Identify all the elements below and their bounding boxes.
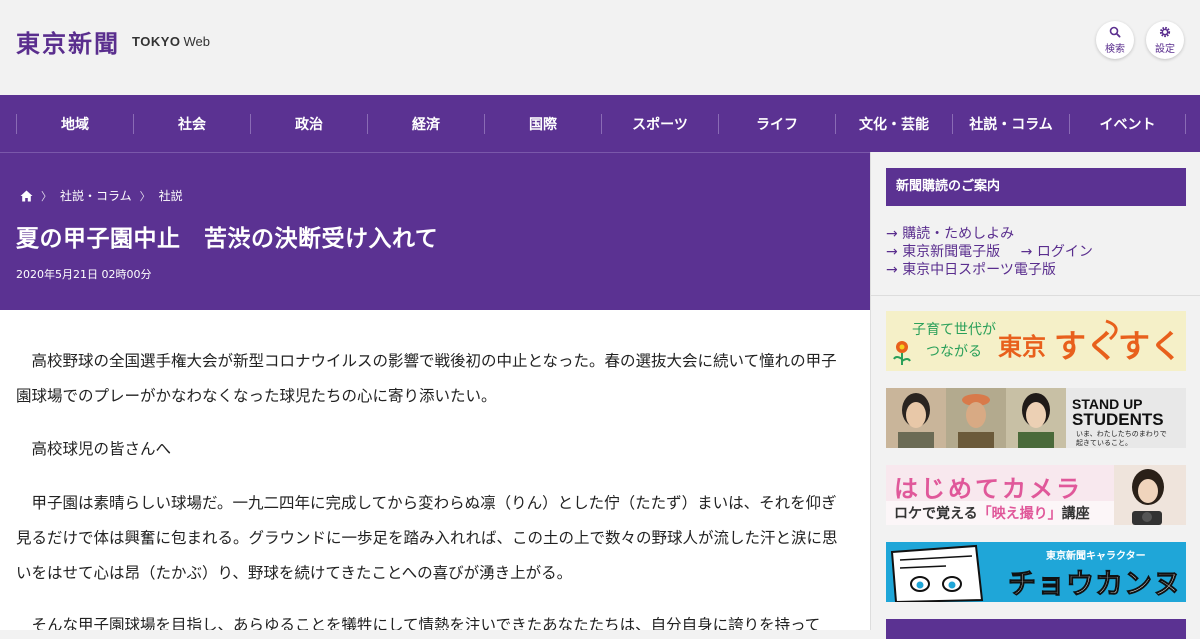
site-logo[interactable]: 東京新聞 TOKYO Web (16, 24, 210, 59)
settings-button[interactable]: 設定 (1146, 21, 1184, 59)
e-paper-link[interactable]: 東京新聞電子版 (902, 244, 1000, 260)
sukusuku-brand: すくすく (1054, 327, 1183, 365)
standup-line2: STUDENTS (1072, 410, 1164, 429)
sidebar-divider (871, 295, 1200, 296)
search-label: 検索 (1105, 43, 1125, 55)
article-paragraph: 高校野球の全国選手権大会が新型コロナウイルスの影響で戦後初の中止となった。春の選… (16, 352, 837, 405)
breadcrumb-item-editorial[interactable]: 社説 (159, 187, 183, 204)
nav-item-economy[interactable]: 経済 (367, 113, 484, 134)
nav-item-society[interactable]: 社会 (133, 113, 250, 134)
arrow-right-icon: → (886, 244, 898, 260)
sidebar: 新聞購読のご案内 → 購読・ためしよみ → 東京新聞電子版 → ログイン → 東… (870, 152, 1200, 639)
breadcrumb-item-editorial-column[interactable]: 社説・コラム (60, 187, 132, 204)
subscription-heading: 新聞購読のご案内 (886, 168, 1186, 206)
article-body: 高校野球の全国選手権大会が新型コロナウイルスの影響で戦後初の中止となった。春の選… (0, 310, 870, 630)
article-paragraph: そんな甲子園球場を目指し、あらゆることを犠牲にして情熱を注いできたあなたたちは、… (31, 616, 821, 630)
logo-web: Web (183, 34, 211, 49)
nav-item-life[interactable]: ライフ (718, 113, 835, 134)
breadcrumb-separator: 〉 (41, 189, 52, 203)
gear-icon (1159, 26, 1171, 37)
camera-title: はじめてカメラ (894, 475, 1083, 503)
sports-e-paper-link[interactable]: 東京中日スポーツ電子版 (902, 262, 1056, 278)
article-paragraph: 高校球児の皆さんへ (31, 440, 172, 458)
camera-sub-post: 講座 (1061, 506, 1090, 522)
article-title: 夏の甲子園中止 苦渋の決断受け入れて (16, 226, 439, 252)
arrow-right-icon: → (886, 226, 898, 242)
stand-up-students-banner[interactable]: STAND UP STUDENTS いま、わたしたちのまわりで 起きていること。 (886, 388, 1186, 448)
nav-item-international[interactable]: 国際 (484, 113, 601, 134)
nav-item-editorial[interactable]: 社説・コラム (952, 113, 1069, 134)
partial-banner[interactable] (886, 619, 1186, 639)
sukusuku-line1: 子育て世代が (912, 322, 996, 338)
nav-item-events[interactable]: イベント (1069, 113, 1186, 134)
subscribe-link[interactable]: 購読・ためしよみ (902, 226, 1014, 242)
standup-caption2: 起きていること。 (1076, 439, 1132, 447)
chokanzu-banner[interactable]: 東京新聞キャラクター チョウカンヌ (886, 542, 1186, 602)
nav-item-region[interactable]: 地域 (16, 113, 133, 134)
camera-subtitle: ロケで覚える「映え撮り」講座 (894, 503, 1090, 523)
nav-item-sports[interactable]: スポーツ (601, 113, 718, 134)
camera-sub-pre: ロケで覚える (894, 506, 978, 522)
settings-label: 設定 (1155, 43, 1175, 55)
login-link[interactable]: ログイン (1037, 244, 1093, 260)
search-icon (1109, 26, 1121, 38)
site-header: 東京新聞 TOKYO Web 検索 設定 (0, 0, 1200, 95)
home-icon[interactable] (20, 190, 33, 202)
chokanzu-subtitle: 東京新聞キャラクター (1046, 551, 1146, 562)
nav-item-culture[interactable]: 文化・芸能 (835, 113, 952, 134)
logo-tokyo: TOKYO (132, 34, 181, 49)
search-button[interactable]: 検索 (1096, 21, 1134, 59)
arrow-right-icon: → (1020, 244, 1033, 260)
article-paragraph: 甲子園は素晴らしい球場だ。一九二四年に完成してから変わらぬ凛（りん）とした佇（た… (16, 494, 838, 582)
sukusuku-banner[interactable]: 子育て世代が つながる 東京 すくすく (886, 311, 1186, 371)
breadcrumb: 〉 社説・コラム 〉 社説 (20, 187, 183, 204)
sukusuku-line2: つながる (926, 344, 982, 360)
hajimete-camera-banner[interactable]: はじめてカメラ ロケで覚える「映え撮り」講座 (886, 465, 1186, 525)
subscription-links: → 購読・ためしよみ → 東京新聞電子版 → ログイン → 東京中日スポーツ電子… (886, 225, 1093, 279)
chokanzu-title: チョウカンヌ (1007, 567, 1183, 601)
article-date: 2020年5月21日 02時00分 (16, 268, 152, 281)
camera-sub-mid: 「映え撮り」 (977, 506, 1062, 522)
sukusuku-tokyo: 東京 (998, 333, 1046, 361)
breadcrumb-separator: 〉 (139, 189, 151, 203)
logo-kanji: 東京新聞 (16, 29, 120, 58)
article-header: 〉 社説・コラム 〉 社説 夏の甲子園中止 苦渋の決断受け入れて 2020年5月… (0, 152, 870, 310)
nav-item-politics[interactable]: 政治 (250, 113, 367, 134)
arrow-right-icon: → (886, 262, 898, 278)
global-nav: 地域 社会 政治 経済 国際 スポーツ ライフ 文化・芸能 社説・コラム イベン… (0, 95, 1200, 152)
